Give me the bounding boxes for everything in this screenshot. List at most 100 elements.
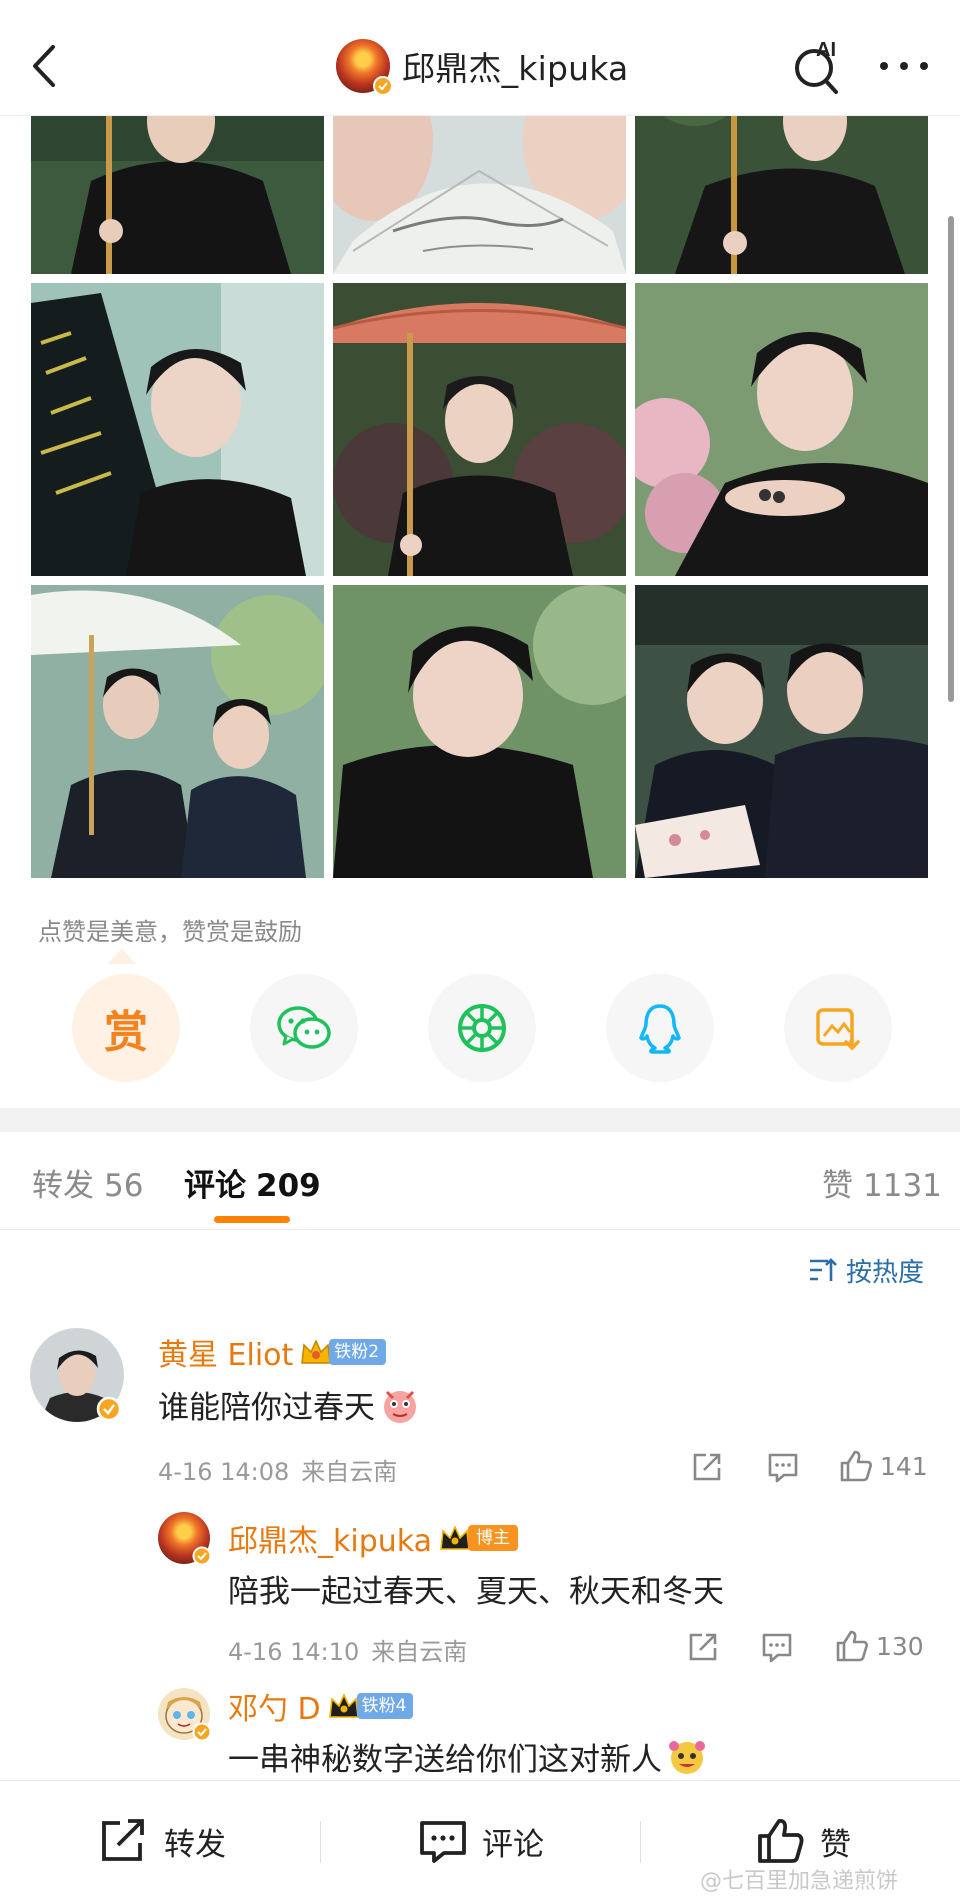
like-comment-button[interactable]: 130	[834, 1628, 924, 1664]
active-tab-indicator	[214, 1216, 290, 1223]
share-qq-button[interactable]	[606, 974, 714, 1082]
tab-likes[interactable]: 赞 1131	[822, 1160, 942, 1205]
emoji-icon	[669, 1740, 705, 1774]
crown-icon	[301, 1339, 332, 1364]
share-comment-button[interactable]	[690, 1450, 724, 1484]
comment-location: 来自云南	[371, 1638, 468, 1666]
tab-comments-count: 209	[256, 1168, 321, 1204]
like-label: 赞	[820, 1826, 851, 1863]
reply-button[interactable]	[760, 1630, 794, 1664]
ai-label: AI	[816, 39, 836, 61]
share-moments-button[interactable]	[428, 974, 536, 1082]
comment-icon	[768, 1453, 798, 1483]
reward-button[interactable]: 赏	[72, 974, 180, 1082]
crown-icon	[440, 1525, 470, 1550]
comment-body: 谁能陪你过春天	[158, 1390, 375, 1426]
reward-caption: 点赞是美意，赞赏是鼓励	[38, 918, 302, 946]
more-icon	[880, 62, 888, 70]
tab-repost-count: 56	[104, 1168, 144, 1204]
comment-icon	[762, 1633, 792, 1663]
tab-likes-label: 赞	[822, 1168, 853, 1204]
wechat-icon	[277, 1006, 331, 1049]
bottom-action-bar: 转发 评论 赞 @七百里加急递煎饼	[0, 1780, 960, 1900]
comment-text: 陪我一起过春天、夏天、秋天和冬天	[228, 1566, 724, 1611]
page-title: 邱鼎杰_kipuka	[402, 49, 629, 88]
tab-likes-count: 1131	[863, 1168, 942, 1204]
fan-level-badge: 铁粉4	[356, 1693, 414, 1719]
like-comment-button[interactable]: 141	[838, 1448, 928, 1484]
comment-icon	[420, 1821, 466, 1863]
comment-author-name[interactable]: 邓勺 D	[228, 1684, 321, 1728]
comment-body: 陪我一起过春天、夏天、秋天和冬天	[228, 1574, 724, 1610]
qq-icon	[639, 1004, 681, 1054]
photo-3[interactable]	[635, 116, 928, 274]
avatar[interactable]	[336, 39, 393, 96]
sort-label: 按热度	[846, 1257, 925, 1288]
comment-time: 4-16 14:08	[158, 1458, 290, 1486]
more-icon-dot	[900, 62, 908, 70]
reply-button[interactable]	[766, 1450, 800, 1484]
divider	[640, 1821, 641, 1863]
photo-9[interactable]	[635, 585, 928, 878]
comment-location: 来自云南	[301, 1458, 398, 1486]
tab-comments[interactable]: 评论 209	[184, 1160, 321, 1205]
comment-time: 4-16 14:10	[228, 1638, 360, 1666]
tab-repost-label: 转发	[32, 1168, 94, 1204]
comment-text: 一串神秘数字送给你们这对新人	[228, 1734, 708, 1779]
photo-2[interactable]	[333, 116, 626, 274]
comment-label: 评论	[482, 1826, 544, 1863]
verified-badge-icon	[192, 1722, 212, 1742]
top-nav-bar: 邱鼎杰_kipuka AI	[0, 0, 960, 116]
section-divider	[0, 1108, 960, 1132]
comment-meta: 4-16 14:08 来自云南	[158, 1452, 397, 1487]
comment-author: 邓勺 D 铁粉4	[228, 1684, 414, 1728]
repost-button[interactable]: 转发	[98, 1781, 226, 1900]
thumbs-up-icon	[758, 1819, 804, 1863]
save-image-icon	[816, 1008, 860, 1051]
verified-badge-icon	[373, 76, 393, 96]
thumbs-up-icon	[836, 1630, 868, 1662]
photo-8[interactable]	[333, 585, 626, 878]
divider	[320, 1821, 321, 1863]
sort-button[interactable]: 按热度	[808, 1250, 924, 1290]
repost-label: 转发	[164, 1826, 226, 1863]
back-arrow-icon	[33, 45, 55, 87]
reward-label: 赏	[104, 1007, 148, 1058]
repost-icon	[102, 1819, 144, 1861]
tab-repost[interactable]: 转发 56	[32, 1160, 143, 1205]
profile-header[interactable]: 邱鼎杰_kipuka	[336, 38, 629, 96]
more-button[interactable]	[876, 46, 932, 86]
comment-author-name[interactable]: 邱鼎杰_kipuka	[228, 1516, 432, 1560]
tab-comments-label: 评论	[184, 1168, 246, 1204]
photo-5[interactable]	[333, 283, 626, 576]
scrollbar[interactable]	[948, 216, 954, 702]
photo-4[interactable]	[31, 283, 324, 576]
photo-6[interactable]	[635, 283, 928, 576]
comment-meta: 4-16 14:10 来自云南	[228, 1632, 467, 1667]
verified-badge-icon	[96, 1396, 122, 1422]
emoji-icon	[384, 1390, 416, 1423]
back-button[interactable]	[22, 38, 66, 94]
share-comment-button[interactable]	[686, 1630, 720, 1664]
fan-level-badge: 铁粉2	[329, 1339, 387, 1365]
tooltip-caret-icon	[108, 948, 136, 964]
save-image-button[interactable]	[784, 974, 892, 1082]
share-wechat-button[interactable]	[250, 974, 358, 1082]
photo-1[interactable]	[31, 116, 324, 274]
ai-search-icon: AI	[795, 39, 838, 94]
crown-icon	[328, 1693, 359, 1718]
like-count: 130	[876, 1631, 924, 1661]
like-count: 141	[880, 1451, 928, 1481]
comment-author: 黄星 Eliot 铁粉2	[158, 1330, 387, 1374]
moments-icon	[458, 1004, 506, 1052]
watermark: @七百里加急递煎饼	[700, 1869, 899, 1894]
sort-icon	[810, 1258, 837, 1281]
comment-author-name[interactable]: 黄星 Eliot	[158, 1330, 293, 1374]
interaction-tabs: 转发 56 评论 209 赞 1131	[0, 1132, 960, 1230]
share-icon	[689, 1633, 717, 1661]
comment-author: 邱鼎杰_kipuka 博主	[228, 1516, 518, 1560]
comment-button[interactable]: 评论	[418, 1781, 544, 1900]
ai-search-button[interactable]: AI	[790, 36, 846, 96]
thumbs-up-icon	[840, 1450, 872, 1482]
photo-7[interactable]	[31, 585, 324, 878]
